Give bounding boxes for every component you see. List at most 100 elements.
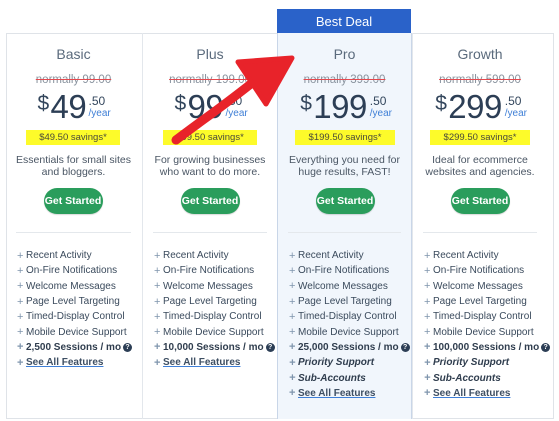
- plan-card-basic: Basic normally 99.00 $ 49 .50 /year $49.5…: [6, 33, 141, 419]
- see-all-features-link[interactable]: + See All Features: [289, 386, 410, 401]
- feature-label: Priority Support: [433, 357, 510, 369]
- price: $ 299 .50 /year: [413, 88, 547, 128]
- feature-label: Welcome Messages: [433, 280, 523, 292]
- divider: [16, 232, 131, 233]
- price-cents: .50: [225, 94, 243, 108]
- plus-icon: +: [424, 264, 431, 277]
- feature-item: + Mobile Device Support: [424, 324, 550, 339]
- feature-item: + Welcome Messages: [154, 279, 275, 294]
- normal-price: normally 599.00: [439, 74, 521, 86]
- feature-item: + Page Level Targeting: [154, 294, 275, 309]
- question-circle-icon[interactable]: ?: [400, 342, 410, 352]
- question-circle-icon[interactable]: ?: [541, 342, 551, 352]
- feature-label: Sub-Accounts: [433, 372, 501, 384]
- plan-description: Ideal for ecommerce websites and agencie…: [425, 154, 535, 178]
- question-circle-icon[interactable]: ?: [265, 342, 275, 352]
- get-started-button[interactable]: Get Started: [180, 188, 240, 214]
- get-started-button[interactable]: Get Started: [43, 188, 103, 214]
- price-amount: 299: [448, 88, 502, 125]
- plus-icon: +: [17, 264, 24, 277]
- feature-item: + Recent Activity: [424, 248, 550, 263]
- price: $ 49 .50 /year: [6, 88, 141, 128]
- price: $ 199 .50 /year: [278, 88, 411, 128]
- currency-symbol: $: [435, 92, 447, 115]
- price-amount: 199: [313, 88, 367, 125]
- feature-label: Timed-Display Control: [26, 311, 125, 323]
- get-started-button[interactable]: Get Started: [315, 188, 375, 214]
- feature-label: On-Fire Notifications: [163, 265, 255, 277]
- feature-item: + Page Level Targeting: [424, 294, 550, 309]
- best-deal-banner: Best Deal: [277, 9, 411, 34]
- feature-item: + Timed-Display Control: [289, 309, 410, 324]
- feature-label: Timed-Display Control: [163, 311, 262, 323]
- plus-icon: +: [289, 295, 296, 308]
- feature-label: Mobile Device Support: [26, 326, 127, 338]
- feature-item: + Priority Support: [289, 355, 410, 370]
- plus-icon: +: [289, 249, 296, 262]
- feature-label: Welcome Messages: [163, 280, 253, 292]
- savings-badge: $199.50 savings*: [295, 130, 395, 145]
- plus-icon: +: [154, 326, 161, 339]
- plus-icon: +: [424, 310, 431, 323]
- plus-icon: +: [424, 356, 431, 369]
- feature-label: See All Features: [26, 357, 104, 369]
- plus-icon: +: [154, 280, 161, 293]
- price-amount: 49: [50, 88, 87, 125]
- feature-label: Timed-Display Control: [433, 311, 532, 323]
- plan-card-plus: Plus normally 199.00 $ 99 .50 /year $99.5…: [142, 33, 277, 419]
- see-all-features-link[interactable]: + See All Features: [154, 355, 275, 370]
- feature-item: + Priority Support: [424, 355, 550, 370]
- feature-item: + Welcome Messages: [289, 279, 410, 294]
- plus-icon: +: [424, 295, 431, 308]
- feature-item: + On-Fire Notifications: [17, 263, 132, 278]
- price-period: /year: [504, 108, 527, 119]
- feature-item: + Timed-Display Control: [154, 309, 275, 324]
- feature-label: See All Features: [433, 387, 511, 399]
- feature-label: On-Fire Notifications: [26, 265, 118, 277]
- feature-label: Welcome Messages: [26, 280, 116, 292]
- divider: [288, 232, 401, 233]
- divider: [153, 232, 267, 233]
- price-period: /year: [225, 108, 248, 119]
- feature-list: + Recent Activity + On-Fire Notification…: [154, 248, 275, 370]
- plan-description: For growing businesses who want to do mo…: [154, 154, 266, 178]
- savings-badge: $299.50 savings*: [430, 130, 530, 145]
- currency-symbol: $: [37, 92, 50, 115]
- savings-badge: $99.50 savings*: [163, 130, 257, 145]
- plan-name: Growth: [457, 46, 503, 62]
- plus-icon: +: [424, 387, 431, 400]
- plus-icon: +: [154, 264, 161, 277]
- plan-description: Essentials for small sites and bloggers.: [16, 154, 131, 178]
- divider: [423, 232, 537, 233]
- plan-name: Basic: [56, 46, 91, 62]
- plus-icon: +: [289, 280, 296, 293]
- plus-icon: +: [17, 310, 24, 323]
- plus-icon: +: [17, 249, 24, 262]
- plus-icon: +: [424, 372, 431, 385]
- plus-icon: +: [289, 387, 296, 400]
- price-period: /year: [88, 108, 111, 119]
- plan-card-growth: Growth normally 599.00 $ 299 .50 /year $2…: [412, 33, 551, 419]
- question-circle-icon[interactable]: ?: [123, 342, 133, 352]
- see-all-features-link[interactable]: + See All Features: [424, 386, 550, 401]
- feature-item: + 10,000 Sessions / mo ?: [154, 340, 275, 355]
- normal-price: normally 199.00: [169, 74, 251, 86]
- plus-icon: +: [17, 280, 24, 293]
- feature-label: Recent Activity: [433, 250, 499, 262]
- feature-item: + Page Level Targeting: [289, 294, 410, 309]
- feature-item: + Recent Activity: [17, 248, 132, 263]
- plus-icon: +: [424, 280, 431, 293]
- feature-label: Welcome Messages: [298, 280, 388, 292]
- feature-item: + Sub-Accounts: [424, 370, 550, 385]
- plus-icon: +: [289, 264, 296, 277]
- normal-price: normally 399.00: [303, 74, 386, 86]
- feature-label: 10,000 Sessions / mo: [163, 341, 264, 353]
- feature-item: + Mobile Device Support: [289, 324, 410, 339]
- plus-icon: +: [17, 356, 24, 369]
- feature-item: + 2,500 Sessions / mo ?: [17, 340, 133, 355]
- savings-badge: $49.50 savings*: [26, 130, 120, 145]
- get-started-button[interactable]: Get Started: [450, 188, 510, 214]
- feature-item: + Page Level Targeting: [17, 294, 132, 309]
- see-all-features-link[interactable]: + See All Features: [17, 355, 132, 370]
- feature-label: Recent Activity: [163, 250, 229, 262]
